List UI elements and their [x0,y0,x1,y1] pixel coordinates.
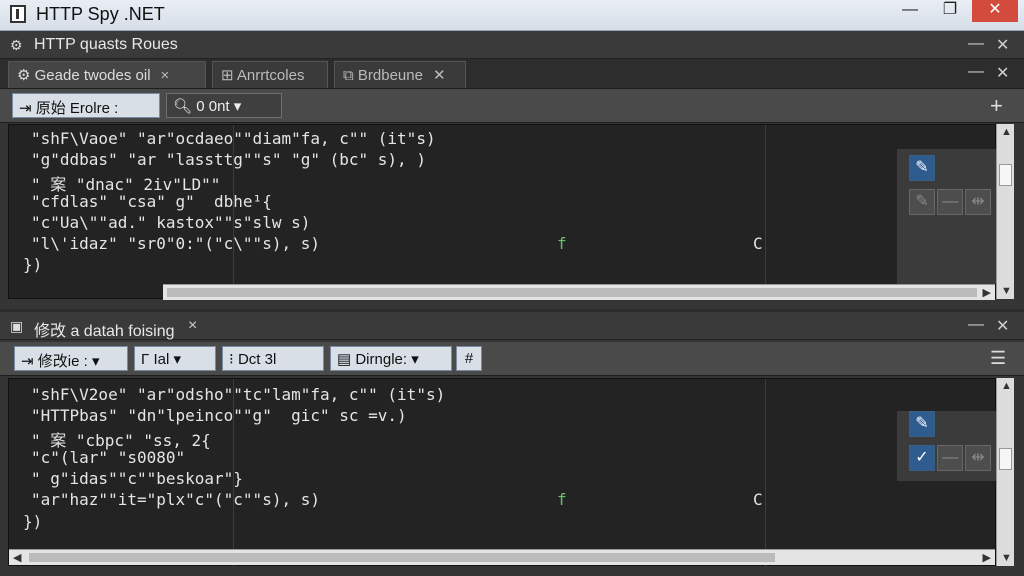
bracket-icon: Γ [141,351,154,368]
modified-panel: ▣ 修改 a datah foising × — ✕ ⇥ 修改ie : ▾ Γ … [0,312,1024,576]
scroll-up-icon[interactable]: ▲ [1001,126,1012,138]
document-icon: ▣ [10,318,24,334]
modified-panel-header: ▣ 修改 a datah foising × — ✕ [0,312,1024,340]
gear-icon: ⚙ [10,37,23,53]
grid-icon: ⊞ [221,67,237,84]
code-line: "cfdlas" "csa" g" dbhe¹{ [31,192,272,211]
vertical-scrollbar[interactable]: ▲ ▼ [996,378,1014,566]
request-panel: ⚙ HTTP quasts Roues — ✕ ⚙ Geade twodes o… [0,31,1024,309]
menu-icon[interactable]: ☰ [990,348,1006,369]
list-icon: ⁝ [229,351,238,368]
request-tabs: ⚙ Geade twodes oil × ⊞ Anrrtcoles ⧉ Brdbe… [0,59,1024,89]
code-line: "c"Ua\""ad." kastox""s"slw s) [31,213,311,232]
marker-f: f [557,234,567,253]
horizontal-scrollbar[interactable]: ◀ ▶ [9,549,995,565]
panel-close-button[interactable]: ✕ [996,35,1009,55]
code-line: " g"idas""c""beskoar"} [31,469,243,488]
gear-icon: ⚙ [17,67,35,84]
search-field[interactable]: 🔍︎ 0 0nt ▾ [166,93,282,118]
arrow-icon: ⇥ [21,353,38,370]
chevron-down-icon: ▾ [411,351,419,368]
scroll-down-icon[interactable]: ▼ [1001,285,1012,297]
panel-minimize-button[interactable]: — [968,316,984,334]
tab-close-icon[interactable]: ✕ [433,67,446,84]
minus-icon[interactable]: — [937,445,963,471]
scroll-thumb[interactable] [167,288,977,297]
app-icon [10,5,26,23]
modified-panel-title: 修改 a datah foising [34,323,175,340]
chevron-down-icon: ▾ [233,98,242,115]
request-panel-header: ⚙ HTTP quasts Roues — ✕ [0,31,1024,59]
modified-toolbar: ⇥ 修改ie : ▾ Γ Ial ▾ ⁝ Dct 3l ▤ Dirngle: ▾… [0,342,1024,376]
chevron-down-icon: ▾ [91,353,100,370]
window-icon: ⧉ [343,67,358,84]
hash-button[interactable]: # [456,346,482,371]
scroll-thumb[interactable] [29,553,775,562]
modify-dropdown[interactable]: ⇥ 修改ie : ▾ [14,346,128,371]
code-line: }) [23,512,43,531]
search-icon: 🔍︎ [173,98,197,115]
scroll-right-icon[interactable]: ▶ [983,551,991,564]
code-line: "ar"haz""it="plx"c"("c""s), s) [31,490,320,509]
code-line: "HTTPbas" "dn"lpeinco""g" gic" sc =v.) [31,406,407,425]
editor-side-actions: ✎ ✓ — ⇹ [897,411,997,481]
request-toolbar: ⇥ 原始 Erolre : 🔍︎ 0 0nt ▾ + [0,89,1024,123]
code-line: "c"(lar" "s0080" [31,448,186,467]
maximize-button[interactable]: ❐ [928,0,972,22]
chevron-down-icon: ▾ [173,351,181,368]
window-title: HTTP Spy .NET [36,4,165,24]
edit-icon[interactable]: ✎ [909,411,935,437]
marker-c: C [753,234,763,253]
code-line: "g"ddbas" "ar "lassttg""s" "g" (bc" s), … [31,150,426,169]
tab-close-icon[interactable]: × [161,67,170,84]
edit-disabled-icon[interactable]: ✎ [909,189,935,215]
scroll-right-icon[interactable]: ▶ [983,286,991,299]
tab-geade[interactable]: ⚙ Geade twodes oil × [8,61,206,88]
marker-c: C [753,490,763,509]
editor-side-actions: ✎ ✎ — ⇹ [897,149,997,284]
code-line: }) [23,255,43,274]
confirm-icon[interactable]: ✓ [909,445,935,471]
tab-brdbeune[interactable]: ⧉ Brdbeune ✕ [334,61,466,88]
minimize-button[interactable]: — [888,0,932,22]
tab-anrrtcoles[interactable]: ⊞ Anrrtcoles [212,61,328,88]
scroll-thumb[interactable] [999,448,1012,470]
code-line: "shF\Vaoe" "ar"ocdaeo""diam"fa, c"" (it"… [31,129,436,148]
type-dropdown[interactable]: Γ Ial ▾ [134,346,216,371]
modified-panel-tab-close[interactable]: × [188,317,197,335]
request-editor[interactable]: "shF\Vaoe" "ar"ocdaeo""diam"fa, c"" (it"… [8,124,997,300]
format-dropdown[interactable]: ⁝ Dct 3l [222,346,324,371]
scroll-thumb[interactable] [999,164,1012,186]
panel-minimize-button[interactable]: — [968,35,984,53]
scroll-left-icon[interactable]: ◀ [13,551,21,564]
minus-icon[interactable]: — [937,189,963,215]
tabs-minimize-button[interactable]: — [968,63,984,81]
scroll-up-icon[interactable]: ▲ [1001,380,1012,392]
window-titlebar: HTTP Spy .NET — ❐ ✕ [0,0,1024,31]
code-line: "shF\V2oe" "ar"odsho""tc"lam"fa, c"" (it… [31,385,446,404]
marker-f: f [557,490,567,509]
request-panel-title: HTTP quasts Roues [34,36,178,53]
file-icon: ▤ [337,351,356,368]
tabs-close-button[interactable]: ✕ [996,63,1009,83]
arrow-icon: ⇥ [19,100,36,117]
vertical-scrollbar[interactable]: ▲ ▼ [996,124,1014,299]
add-button[interactable]: + [990,93,1003,119]
modified-editor[interactable]: "shF\V2oe" "ar"odsho""tc"lam"fa, c"" (it… [8,378,997,567]
encoding-dropdown[interactable]: ▤ Dirngle: ▾ [330,346,452,371]
split-icon[interactable]: ⇹ [965,189,991,215]
code-line: "l\'idaz" "sr0"0:"("c\""s), s) [31,234,320,253]
horizontal-scrollbar[interactable]: ▶ [163,284,995,300]
split-icon[interactable]: ⇹ [965,445,991,471]
edit-icon[interactable]: ✎ [909,155,935,181]
close-button[interactable]: ✕ [972,0,1018,22]
scroll-down-icon[interactable]: ▼ [1001,552,1012,564]
mode-dropdown[interactable]: ⇥ 原始 Erolre : [12,93,160,118]
panel-close-button[interactable]: ✕ [996,316,1009,336]
